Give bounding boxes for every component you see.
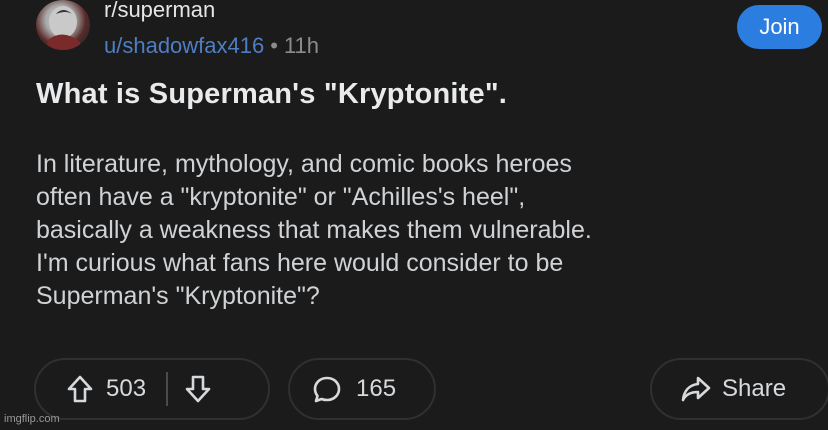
vote-divider <box>166 372 169 406</box>
comments-button[interactable]: 165 <box>288 358 436 420</box>
share-label: Share <box>722 375 787 402</box>
arrow-up-outline-icon <box>67 375 93 403</box>
post-body-line: In literature, mythology, and comic book… <box>36 150 572 178</box>
subreddit-name[interactable]: r/superman <box>104 0 215 23</box>
post-body-line: Superman's "Kryptonite"? <box>36 282 320 310</box>
share-arrow-icon <box>681 376 711 402</box>
vote-bar: 503 <box>34 358 270 420</box>
downvote-button[interactable] <box>184 374 212 404</box>
speech-bubble-icon <box>313 376 341 403</box>
share-button[interactable]: Share <box>650 358 828 420</box>
post-body-line: I'm curious what fans here would conside… <box>36 249 564 277</box>
meta-separator: • <box>270 33 278 58</box>
post-body-line: often have a "kryptonite" or "Achilles's… <box>36 183 526 211</box>
join-button[interactable]: Join <box>737 5 822 49</box>
vote-count: 503 <box>106 375 147 402</box>
post-body-line: basically a weakness that makes them vul… <box>36 216 592 244</box>
post-meta: u/shadowfax416 • 11h <box>104 33 319 59</box>
comment-count: 165 <box>356 375 397 402</box>
subreddit-avatar[interactable] <box>36 0 90 50</box>
comment-icon-wrap <box>312 374 342 404</box>
post-title[interactable]: What is Superman's "Kryptonite". <box>36 78 507 111</box>
post-timestamp: 11h <box>283 33 320 58</box>
imgflip-watermark: imgflip.com <box>4 413 60 425</box>
share-icon-wrap <box>680 374 712 404</box>
author-username[interactable]: u/shadowfax416 <box>104 33 264 58</box>
post-card: r/superman u/shadowfax416 • 11h Join What … <box>0 0 828 430</box>
upvote-button[interactable] <box>66 374 94 404</box>
post-body: In literature, mythology, and comic book… <box>36 148 816 313</box>
arrow-down-outline-icon <box>185 375 211 403</box>
